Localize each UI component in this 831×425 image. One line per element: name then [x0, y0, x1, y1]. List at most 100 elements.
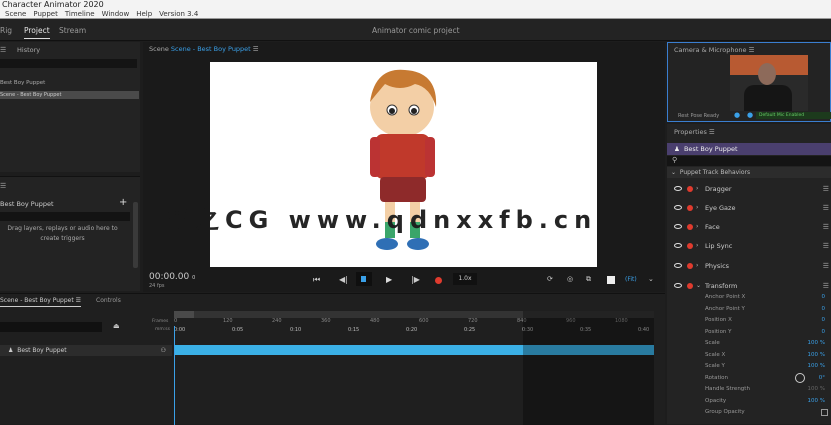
tab-project[interactable]: Project	[24, 26, 50, 39]
behavior-name: Dragger	[705, 184, 732, 193]
behavior-row[interactable]: › Physics ☰	[667, 259, 831, 272]
track-row[interactable]: ♟ Best Boy Puppet ⚇	[0, 345, 172, 356]
chevron-right-icon[interactable]: ›	[696, 223, 698, 230]
chevron-right-icon[interactable]: ›	[696, 242, 698, 249]
menu-icon[interactable]: ☰	[0, 46, 6, 54]
tab-stream[interactable]: Stream	[59, 26, 86, 35]
property-value[interactable]: 0	[822, 317, 826, 323]
background-toggle[interactable]	[607, 276, 615, 284]
property-value[interactable]: 0	[822, 329, 826, 335]
record-arm-icon[interactable]	[687, 204, 693, 211]
workspace-tabs: Rig Project Stream Animator comic projec…	[0, 19, 831, 41]
record-arm-icon[interactable]	[687, 242, 693, 249]
menu-icon[interactable]: ☰	[823, 282, 829, 290]
property-value[interactable]: 100 %	[808, 340, 825, 346]
speed-select[interactable]: 1.0x	[453, 273, 477, 285]
menu-icon[interactable]: ☰	[823, 262, 829, 270]
behavior-name: Lip Sync	[705, 241, 733, 250]
menu-window[interactable]: Window	[102, 9, 130, 18]
tab-rig[interactable]: Rig	[0, 26, 12, 35]
puppet-character[interactable]	[210, 62, 597, 267]
menu-timeline[interactable]: Timeline	[65, 9, 95, 18]
menu-icon[interactable]: ☰	[0, 182, 6, 190]
menu-scene[interactable]: Scene	[5, 9, 26, 18]
camera-panel: Camera & Microphone ☰ Rest Pose Ready ● …	[667, 42, 831, 122]
chevron-right-icon[interactable]: ›	[696, 185, 698, 192]
menu-icon[interactable]: ☰	[823, 204, 829, 212]
chevron-right-icon[interactable]: ›	[696, 204, 698, 211]
property-label: Opacity	[705, 397, 727, 404]
behavior-row[interactable]: › Eye Gaze ☰	[667, 201, 831, 214]
refresh-icon[interactable]: ⟳	[547, 275, 553, 283]
step-back-icon[interactable]: ◀|	[339, 275, 348, 284]
chevron-right-icon[interactable]: ›	[696, 262, 698, 269]
properties-search[interactable]: ⚲	[667, 156, 831, 166]
scene-panel: Scene Scene - Best Boy Puppet ☰ 00:00.00…	[143, 42, 665, 292]
property-value[interactable]: 100 %	[808, 363, 825, 369]
record-icon[interactable]	[435, 277, 442, 284]
behavior-row[interactable]: › Dragger ☰	[667, 182, 831, 195]
stack-icon[interactable]: ⏏	[113, 322, 120, 330]
group-opacity-checkbox[interactable]	[821, 409, 828, 416]
behaviors-section[interactable]: ⌄ Puppet Track Behaviors	[667, 167, 831, 178]
triggers-title: Best Boy Puppet	[0, 200, 54, 208]
eye-icon[interactable]	[674, 283, 682, 288]
timeline-tab[interactable]: Scene - Best Boy Puppet ☰	[0, 297, 81, 307]
menu-puppet[interactable]: Puppet	[33, 9, 57, 18]
camera-icon[interactable]: ●	[734, 111, 740, 119]
plus-icon[interactable]: +	[119, 197, 127, 208]
history-item-selected[interactable]: Scene - Best Boy Puppet	[0, 91, 139, 99]
behavior-row[interactable]: › Face ☰	[667, 220, 831, 233]
scrollbar[interactable]	[133, 202, 138, 268]
scene-canvas[interactable]	[210, 62, 597, 267]
behavior-row[interactable]: ⌄ Transform ☰	[667, 279, 831, 292]
scene-name[interactable]: Scene - Best Boy Puppet	[171, 45, 251, 53]
record-arm-icon[interactable]	[687, 262, 693, 269]
menu-icon[interactable]: ☰	[823, 242, 829, 250]
triggers-hint: Drag layers, replays or audio here to cr…	[7, 225, 118, 242]
pip-icon[interactable]: ⧉	[586, 275, 591, 284]
microphone-icon[interactable]: ●	[747, 111, 753, 119]
time-tick: 0:05	[232, 327, 244, 333]
step-forward-icon[interactable]: |▶	[411, 275, 420, 284]
eye-icon[interactable]	[674, 263, 682, 268]
chevron-down-icon[interactable]: ⌄	[648, 275, 654, 283]
controls-tab[interactable]: Controls	[96, 297, 121, 304]
eye-icon[interactable]	[674, 224, 682, 229]
property-value[interactable]: 100 %	[808, 398, 825, 404]
go-to-start-icon[interactable]: ⏮	[313, 275, 320, 285]
eye-icon[interactable]	[674, 243, 682, 248]
chevron-down-icon[interactable]: ⌄	[696, 282, 701, 289]
menu-icon[interactable]: ☰	[823, 185, 829, 193]
camera-status: Rest Pose Ready	[678, 113, 720, 119]
zoom-select[interactable]: (Fit)	[625, 276, 637, 283]
lock-icon[interactable]: ⚇	[161, 345, 166, 356]
out-of-range-shade	[523, 311, 654, 425]
triggers-search[interactable]	[0, 212, 130, 221]
eye-icon[interactable]	[674, 205, 682, 210]
menu-icon[interactable]: ☰	[823, 223, 829, 231]
property-value[interactable]: 0	[822, 294, 826, 300]
time-tick: 0:10	[290, 327, 302, 333]
behavior-row[interactable]: › Lip Sync ☰	[667, 239, 831, 252]
play-icon[interactable]: ▶	[386, 275, 392, 284]
history-tab[interactable]: History	[17, 46, 40, 54]
record-arm-icon[interactable]	[687, 223, 693, 230]
eye-icon[interactable]	[674, 186, 682, 191]
timeline-search[interactable]	[0, 322, 102, 332]
menu-help[interactable]: Help	[136, 9, 152, 18]
record-arm-icon[interactable]	[687, 282, 693, 289]
history-search[interactable]	[0, 59, 137, 68]
property-value[interactable]: 0	[822, 306, 826, 312]
history-item[interactable]: Best Boy Puppet	[0, 80, 45, 86]
property-value[interactable]: 100 %	[808, 386, 825, 392]
property-label: Position Y	[705, 328, 732, 335]
properties-title-text: Properties	[674, 128, 707, 136]
playhead[interactable]	[174, 326, 175, 425]
property-value[interactable]: 0°	[819, 375, 825, 381]
property-value[interactable]: 100 %	[808, 352, 825, 358]
rig-icon[interactable]: ◎	[567, 275, 573, 283]
rotation-dial[interactable]	[795, 372, 805, 383]
stop-button[interactable]	[356, 272, 372, 286]
record-arm-icon[interactable]	[687, 185, 693, 192]
